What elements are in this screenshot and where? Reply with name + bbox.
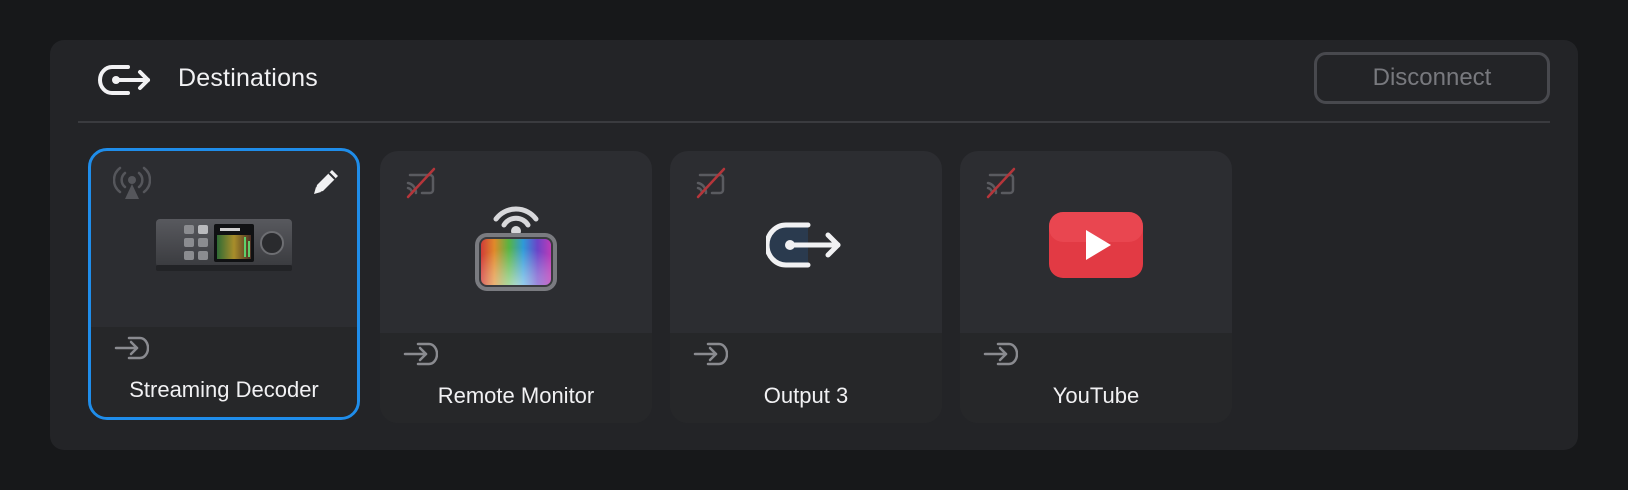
input-source-icon	[983, 342, 1018, 366]
destinations-panel: Destinations Disconnect Streaming Decode…	[50, 40, 1578, 450]
input-source-icon	[693, 342, 728, 366]
cast-off-icon	[986, 167, 1016, 199]
cast-off-icon	[406, 167, 436, 199]
destination-label: Streaming Decoder	[129, 377, 319, 402]
destination-label: YouTube	[1052, 383, 1140, 408]
destination-card-remote-monitor[interactable]: Remote Monitor	[380, 151, 652, 423]
output-icon	[766, 222, 841, 268]
streaming-decoder-device-icon	[156, 219, 292, 271]
disconnect-button[interactable]: Disconnect	[1314, 52, 1550, 104]
output-icon	[98, 65, 150, 95]
page-title: Destinations	[178, 64, 318, 92]
destination-card-output-3[interactable]: Output 3	[670, 151, 942, 423]
youtube-icon	[1049, 212, 1143, 278]
remote-monitor-app-icon	[475, 206, 557, 291]
destination-card-streaming-decoder[interactable]: Streaming Decoder	[88, 148, 360, 420]
destinations-header: Destinations Disconnect	[78, 40, 1550, 123]
input-source-icon	[403, 342, 438, 366]
destination-label: Output 3	[763, 383, 849, 408]
destination-card-youtube[interactable]: YouTube	[960, 151, 1232, 423]
pencil-edit-icon[interactable]	[309, 165, 343, 199]
cast-off-icon	[696, 167, 726, 199]
broadcast-icon	[113, 166, 151, 199]
destination-label: Remote Monitor	[437, 383, 595, 408]
input-source-icon	[114, 336, 149, 360]
